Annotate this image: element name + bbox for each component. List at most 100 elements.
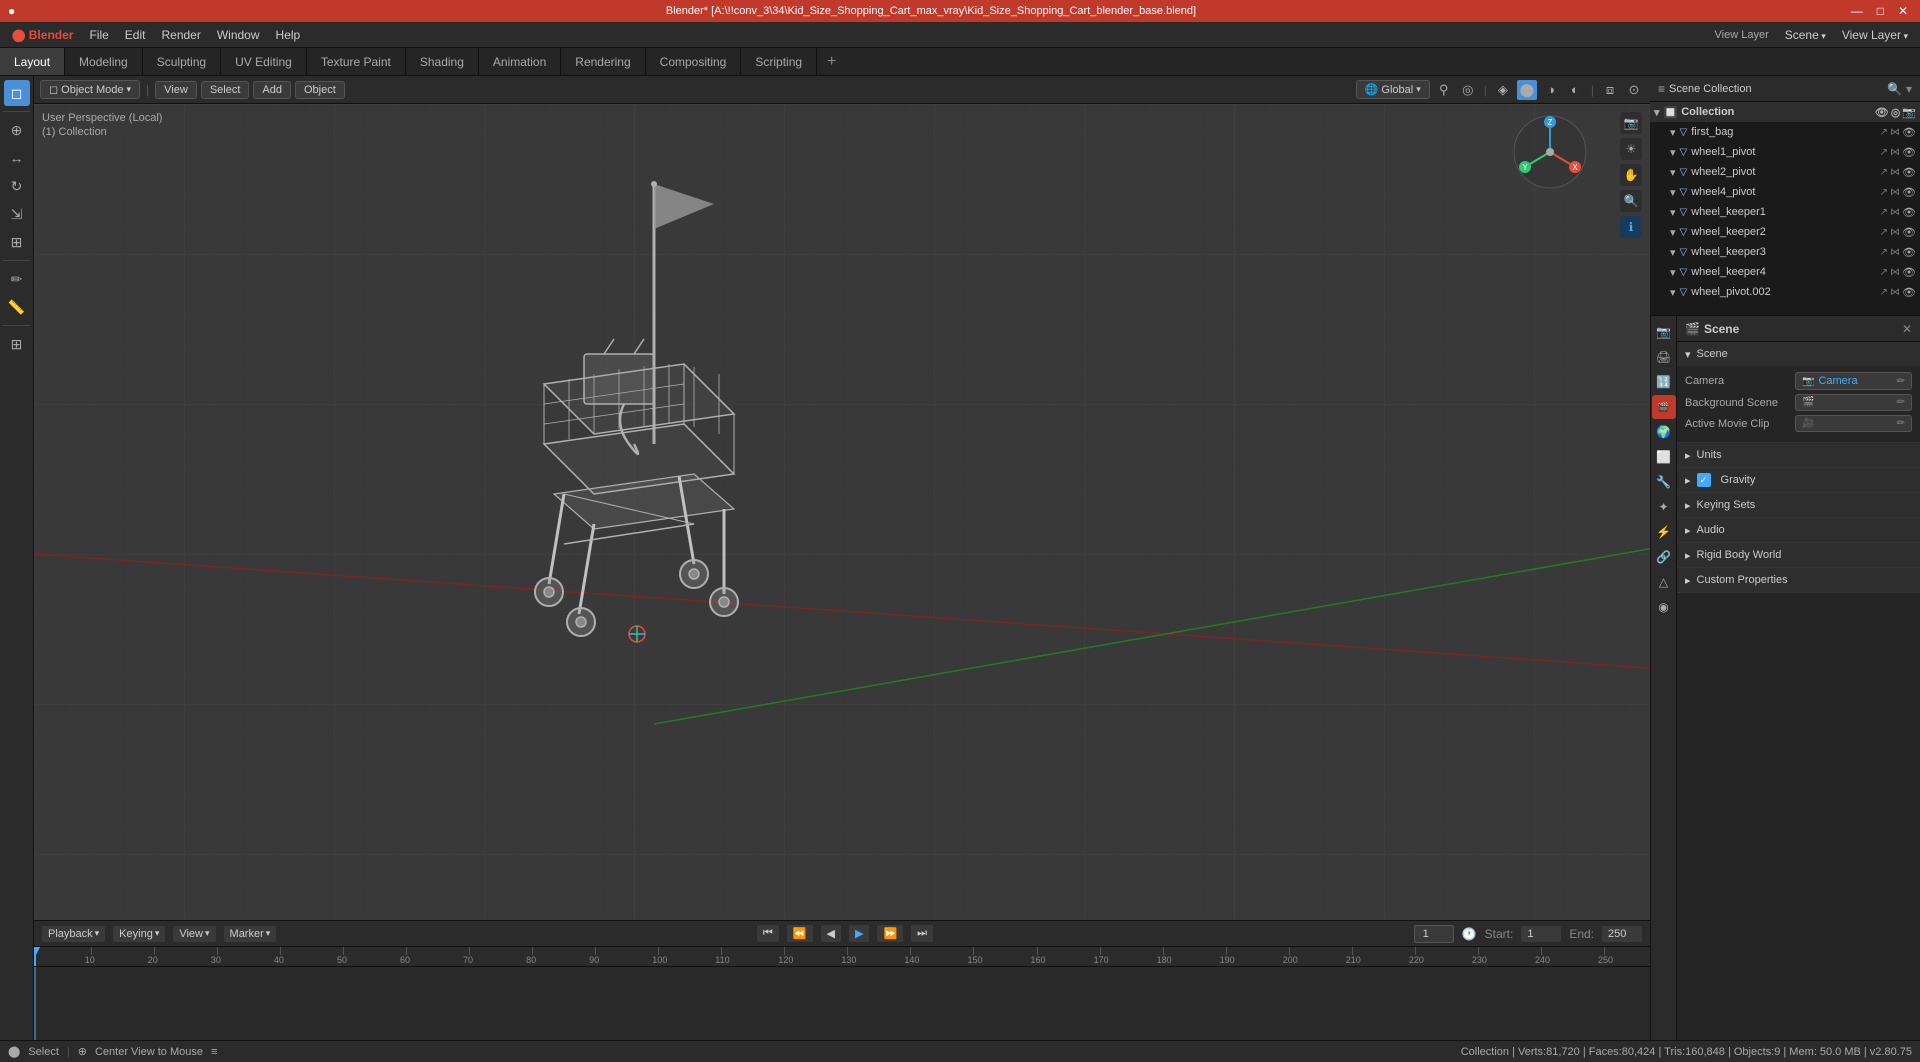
timeline-tracks[interactable] [34, 967, 1650, 1040]
menu-item-render[interactable]: Render [153, 25, 208, 45]
maximize-btn[interactable]: □ [1873, 4, 1888, 18]
solid-shading-btn[interactable]: ⬤ [1517, 80, 1537, 100]
timeline-playhead[interactable] [34, 947, 36, 966]
outliner-search-icon[interactable]: ▾ [1906, 82, 1912, 96]
tab-texture-paint[interactable]: Texture Paint [307, 48, 406, 75]
gravity-checkbox[interactable]: ✓ [1697, 473, 1711, 487]
prop-tab-scene[interactable]: 🎬 [1652, 395, 1676, 419]
add-menu[interactable]: Add [253, 81, 291, 99]
viewport-sun-btn[interactable]: ☀ [1620, 138, 1642, 160]
menu-item-window[interactable]: Window [209, 25, 268, 45]
col-vis-icon[interactable]: 👁 [1875, 106, 1889, 119]
outliner-item-wheel1-pivot[interactable]: ▾ ▽ wheel1_pivot ↗ ⋈ 👁 [1650, 142, 1920, 162]
tab-uv-editing[interactable]: UV Editing [221, 48, 307, 75]
custom-props-header[interactable]: ▸ Custom Properties [1677, 568, 1920, 592]
overlays-toggle[interactable]: ⊙ [1624, 80, 1644, 100]
prop-tab-world[interactable]: 🌍 [1652, 420, 1676, 444]
jump-end-btn[interactable]: ⏭ [911, 925, 933, 942]
menu-item-edit[interactable]: Edit [117, 25, 154, 45]
viewport-camera-btn[interactable]: 📷 [1620, 112, 1642, 134]
window-controls[interactable]: — □ ✕ [1847, 4, 1912, 18]
object-menu[interactable]: Object [295, 81, 345, 99]
prop-tab-material[interactable]: ◉ [1652, 595, 1676, 619]
prop-tab-render[interactable]: 📷 [1652, 320, 1676, 344]
render-shading-btn[interactable]: ◐ [1565, 80, 1585, 100]
view-menu[interactable]: View [155, 81, 197, 99]
tab-modeling[interactable]: Modeling [65, 48, 143, 75]
jump-start-btn[interactable]: ⏮ [757, 925, 779, 942]
minimize-btn[interactable]: — [1847, 4, 1867, 18]
outliner-filter-icon[interactable]: 🔍 [1887, 82, 1902, 96]
close-btn[interactable]: ✕ [1894, 4, 1912, 18]
tab-add[interactable]: + [817, 48, 846, 75]
proportional-edit-icon[interactable]: ◎ [1458, 80, 1478, 100]
outliner-item-wheel-keeper4[interactable]: ▾ ▽ wheel_keeper4 ↗ ⋈ 👁 [1650, 262, 1920, 282]
bg-scene-value[interactable]: 🎬 ✏ [1795, 394, 1912, 411]
col-render-icon[interactable]: 📷 [1902, 106, 1916, 119]
tab-scripting[interactable]: Scripting [741, 48, 817, 75]
timeline-playback-menu[interactable]: Playback [42, 926, 105, 942]
tab-shading[interactable]: Shading [406, 48, 479, 75]
tab-compositing[interactable]: Compositing [646, 48, 742, 75]
prop-tab-physics[interactable]: ⚡ [1652, 520, 1676, 544]
viewport-info-btn[interactable]: ℹ [1620, 216, 1642, 238]
outliner-item-first-bag[interactable]: ▾ ▽ first_bag ↗ ⋈ 👁 [1650, 122, 1920, 142]
outliner-item-wheel-keeper3[interactable]: ▾ ▽ wheel_keeper3 ↗ ⋈ 👁 [1650, 242, 1920, 262]
tab-sculpting[interactable]: Sculpting [143, 48, 221, 75]
movie-clip-value[interactable]: 🎥 ✏ [1795, 415, 1912, 432]
menu-item-blender[interactable]: ⬤ Blender [4, 25, 81, 45]
camera-value[interactable]: 📷 Camera ✏ [1795, 372, 1912, 390]
tool-measure[interactable]: 📏 [4, 294, 30, 320]
menu-item-file[interactable]: File [81, 25, 116, 45]
wireframe-shading-btn[interactable]: ◈ [1493, 80, 1513, 100]
prev-keyframe-btn[interactable]: ⏪ [787, 925, 813, 942]
render-engine-dropdown[interactable]: View Layer [1834, 25, 1916, 45]
prop-tab-constraints[interactable]: 🔗 [1652, 545, 1676, 569]
outliner-item-wheel-keeper2[interactable]: ▾ ▽ wheel_keeper2 ↗ ⋈ 👁 [1650, 222, 1920, 242]
timeline-view-menu[interactable]: View [173, 926, 215, 942]
tool-scale[interactable]: ⇲ [4, 201, 30, 227]
units-section-header[interactable]: ▸ Units [1677, 443, 1920, 467]
scene-section-header[interactable]: ▾ Scene [1677, 342, 1920, 366]
start-frame-field[interactable]: 1 [1521, 926, 1561, 942]
tool-transform[interactable]: ⊞ [4, 229, 30, 255]
outliner-item-wheel-pivot-002[interactable]: ▾ ▽ wheel_pivot.002 ↗ ⋈ 👁 [1650, 282, 1920, 302]
next-keyframe-btn[interactable]: ⏩ [877, 925, 903, 942]
rigid-body-header[interactable]: ▸ Rigid Body World [1677, 543, 1920, 567]
end-frame-field[interactable]: 250 [1602, 926, 1642, 942]
prop-tab-modifiers[interactable]: 🔧 [1652, 470, 1676, 494]
navigation-gizmo[interactable]: Z X Y [1510, 112, 1590, 192]
select-menu[interactable]: Select [201, 81, 250, 99]
outliner-item-wheel2-pivot[interactable]: ▾ ▽ wheel2_pivot ↗ ⋈ 👁 [1650, 162, 1920, 182]
current-frame-field[interactable]: 1 [1414, 925, 1454, 943]
viewport-zoom-btn[interactable]: 🔍 [1620, 190, 1642, 212]
viewport-area[interactable]: User Perspective (Local) (1) Collection [34, 104, 1650, 920]
tool-add[interactable]: ⊞ [4, 331, 30, 357]
transform-global-dropdown[interactable]: 🌐 Global [1356, 80, 1430, 99]
menu-item-help[interactable]: Help [268, 25, 309, 45]
tool-cursor[interactable]: ⊕ [4, 117, 30, 143]
viewport-hand-btn[interactable]: ✋ [1620, 164, 1642, 186]
tool-move[interactable]: ↔ [4, 145, 30, 171]
play-reverse-btn[interactable]: ◀ [821, 925, 841, 942]
snap-magnet-icon[interactable]: ⚲ [1434, 80, 1454, 100]
prop-tab-view-layer[interactable]: 🔢 [1652, 370, 1676, 394]
viewport-mode-dropdown[interactable]: ◻ Object Mode [40, 80, 140, 99]
tool-annotate[interactable]: ✏ [4, 266, 30, 292]
timeline-keying-menu[interactable]: Keying [113, 926, 165, 942]
prop-tab-particles[interactable]: ✦ [1652, 495, 1676, 519]
scene-dropdown[interactable]: Scene [1777, 25, 1834, 45]
outliner-item-wheel4-pivot[interactable]: ▾ ▽ wheel4_pivot ↗ ⋈ 👁 [1650, 182, 1920, 202]
prop-tab-object[interactable]: ⬜ [1652, 445, 1676, 469]
col-viewport-icon[interactable]: ◎ [1891, 106, 1901, 119]
prop-tab-output[interactable]: 🖨 [1652, 345, 1676, 369]
play-btn[interactable]: ▶ [849, 925, 869, 942]
audio-section-header[interactable]: ▸ Audio [1677, 518, 1920, 542]
keying-sets-header[interactable]: ▸ Keying Sets [1677, 493, 1920, 517]
prop-tab-data[interactable]: △ [1652, 570, 1676, 594]
tool-rotate[interactable]: ↻ [4, 173, 30, 199]
material-shading-btn[interactable]: ◑ [1541, 80, 1561, 100]
tab-animation[interactable]: Animation [479, 48, 561, 75]
tool-select[interactable]: ◻ [4, 80, 30, 106]
timeline-marker-menu[interactable]: Marker [224, 926, 277, 942]
